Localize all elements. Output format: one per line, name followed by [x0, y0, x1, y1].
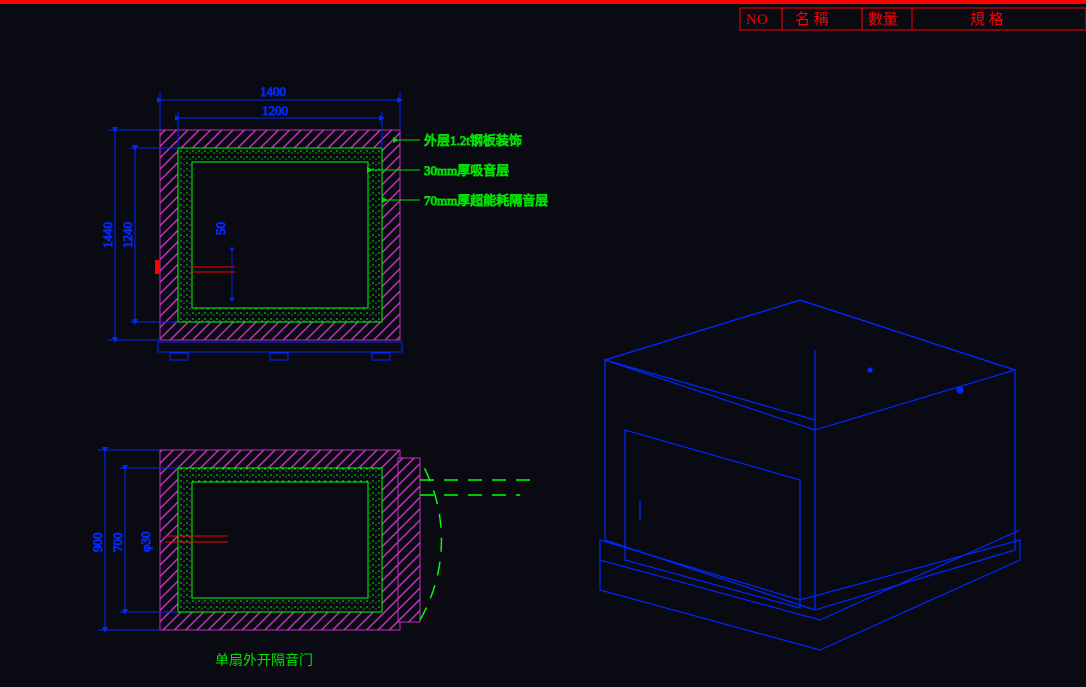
label-layer1: 外层1.2t钢板装饰	[424, 133, 522, 148]
dim-1440: 1440	[100, 222, 115, 248]
header-table: NO 名 稱 數量 規 格	[740, 8, 1086, 30]
dim-1240: 1240	[120, 222, 135, 248]
dim-900: 900	[90, 533, 105, 553]
label-layer2: 30mm厚吸音层	[424, 163, 509, 178]
dim-phi30: φ30	[138, 531, 153, 552]
dim-50: 50	[213, 222, 228, 235]
door-title: 单扇外开隔音门	[215, 652, 313, 669]
cad-canvas: NO 名 稱 數量 規 格 1400 1200 1440 1240 50 外层1…	[0, 0, 1086, 687]
dim-1400: 1400	[260, 84, 286, 99]
top-bar	[0, 0, 1086, 4]
col-spec: 規 格	[970, 11, 1004, 28]
iso-cabinet	[600, 290, 1020, 650]
label-layer3: 70mm厚超能耗隔音层	[424, 193, 548, 208]
dim-700: 700	[110, 533, 125, 553]
section-view-door	[160, 450, 530, 630]
col-name: 名 稱	[795, 11, 829, 28]
plan-view-top	[155, 130, 402, 360]
col-qty: 數量	[868, 11, 898, 28]
col-no: NO	[746, 12, 768, 28]
dim-1200: 1200	[262, 103, 288, 118]
